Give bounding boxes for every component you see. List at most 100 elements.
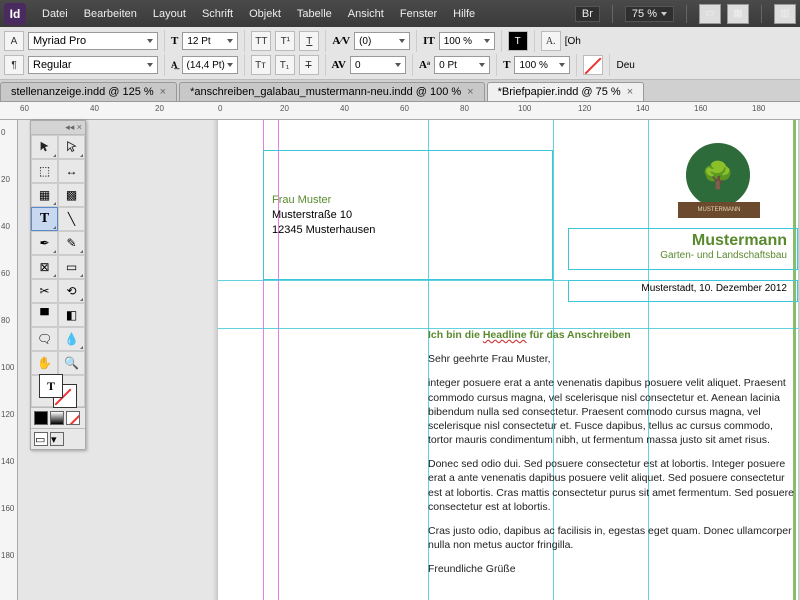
vscale-icon: IT [423,35,435,47]
body-p2: Donec sed odio dui. Sed posuere consecte… [428,457,798,514]
date-text: Musterstadt, 10. Dezember 2012 [641,283,787,294]
view-mode-row: ▭ ▾ [31,428,85,449]
body-p3: Cras justo odio, dapibus ac facilisis in… [428,524,798,552]
arrange-icon[interactable]: ▥ [774,4,796,24]
vscale-field[interactable]: 100 % [439,32,495,50]
page: Frau Muster Musterstraße 10 12345 Muster… [218,120,798,600]
color-mode-row [31,407,85,428]
font-size-field[interactable]: 12 Pt [182,32,238,50]
menu-hilfe[interactable]: Hilfe [445,8,483,20]
close-icon[interactable]: × [467,86,473,98]
company-frame[interactable]: Mustermann Garten- und Landschaftsbau [568,228,798,270]
menu-ansicht[interactable]: Ansicht [340,8,392,20]
leading-icon: A͟ [171,60,178,70]
menu-tabelle[interactable]: Tabelle [289,8,340,20]
stroke-icon[interactable] [583,55,603,75]
font-size-icon: T [171,35,178,47]
tab-briefpapier[interactable]: *Briefpapier.indd @ 75 %× [487,82,645,101]
allcaps-icon[interactable]: TT [251,31,271,51]
charstyle-icon[interactable]: A. [541,31,561,51]
lang-hint: [Oh [565,36,581,47]
recipient-street: Musterstraße 10 [272,208,544,223]
menu-layout[interactable]: Layout [145,8,194,20]
direct-selection-tool[interactable] [58,135,85,159]
tab-stellenanzeige[interactable]: stellenanzeige.indd @ 125 %× [0,82,177,101]
menu-fenster[interactable]: Fenster [392,8,445,20]
logo[interactable]: 🌳 MUSTERMANN [678,140,758,220]
page-tool[interactable]: ⬚ [31,159,58,183]
selection-tool[interactable] [31,135,58,159]
menu-datei[interactable]: Datei [34,8,76,20]
para-format-icon[interactable]: ¶ [4,55,24,75]
zoom-dropdown[interactable]: 75 % [625,6,674,22]
note-tool[interactable]: 🗨 [31,327,58,351]
ruler-horizontal[interactable]: 60 40 20 0 20 40 60 80 100 120 140 160 1… [0,102,800,120]
preview-view[interactable]: ▾ [50,432,64,446]
apply-gradient[interactable] [50,411,64,425]
canvas[interactable]: Frau Muster Musterstraße 10 12345 Muster… [18,120,800,600]
panel-collapse-icon[interactable]: ◂◂ × [31,121,85,135]
font-family-dropdown[interactable]: Myriad Pro [28,32,158,50]
hscale-icon: T [503,59,510,71]
char-format-icon[interactable]: A [4,31,24,51]
gradient-feather-tool[interactable]: ◧ [58,303,85,327]
view-mode-icon[interactable]: ▭ [699,4,721,24]
pen-tool[interactable]: ✒ [31,231,58,255]
app-badge: Id [4,3,26,25]
close-icon[interactable]: × [160,86,166,98]
normal-view[interactable]: ▭ [34,432,48,446]
pencil-tool[interactable]: ✎ [58,231,85,255]
recipient-name: Frau Muster [272,193,544,208]
kerning-field[interactable]: (0) [354,32,410,50]
body-text-frame[interactable]: Ich bin die Headline für das Anschreiben… [428,328,798,586]
content-placer-tool[interactable]: ▩ [58,183,85,207]
screen-mode-icon[interactable]: ▦ [727,4,749,24]
menu-schrift[interactable]: Schrift [194,8,241,20]
tracking-field[interactable]: 0 [350,56,406,74]
tools-panel[interactable]: ◂◂ × ⬚ ↔ ▦ ▩ T ╲ ✒ ✎ ⊠ ▭ ✂ ⟲ ▀ ◧ 🗨 💧 ✋ 🔍 [30,120,86,450]
company-sub: Garten- und Landschaftsbau [579,250,787,261]
menubar: Id Datei Bearbeiten Layout Schrift Objek… [0,0,800,27]
leading-field[interactable]: (14,4 Pt) [182,56,238,74]
address-frame[interactable]: Frau Muster Musterstraße 10 12345 Muster… [263,150,553,280]
superscript-icon[interactable]: T¹ [275,31,295,51]
menu-objekt[interactable]: Objekt [241,8,289,20]
line-tool[interactable]: ╲ [58,207,85,231]
ruler-vertical[interactable]: 0 20 40 60 80 100 120 140 160 180 [0,120,18,600]
tracking-icon: AV [332,59,346,71]
rectangle-frame-tool[interactable]: ⊠ [31,255,58,279]
scissors-tool[interactable]: ✂ [31,279,58,303]
hscale-field[interactable]: 100 % [514,56,570,74]
tab-anschreiben[interactable]: *anschreiben_galabau_mustermann-neu.indd… [179,82,485,101]
apply-none[interactable] [66,411,80,425]
smallcaps-icon[interactable]: Tᴛ [251,55,271,75]
menu-bearbeiten[interactable]: Bearbeiten [76,8,145,20]
language-label: Deu [616,60,634,71]
gradient-swatch-tool[interactable]: ▀ [31,303,58,327]
gap-tool[interactable]: ↔ [58,159,85,183]
rectangle-tool[interactable]: ▭ [58,255,85,279]
date-frame[interactable]: Musterstadt, 10. Dezember 2012 [568,280,798,302]
subscript-icon[interactable]: T₁ [275,55,295,75]
document-tabs: stellenanzeige.indd @ 125 %× *anschreibe… [0,80,800,102]
apply-color[interactable] [34,411,48,425]
logo-ribbon: MUSTERMANN [678,202,760,218]
baseline-field[interactable]: 0 Pt [434,56,490,74]
closing: Freundliche Grüße [428,562,798,576]
kerning-icon: A⁄V [332,35,350,47]
fill-icon[interactable]: T [508,31,528,51]
font-style-dropdown[interactable]: Regular [28,56,158,74]
eyedropper-tool[interactable]: 💧 [58,327,85,351]
workarea: 0 20 40 60 80 100 120 140 160 180 Frau M… [0,120,800,600]
tree-icon: 🌳 [702,160,734,191]
baseline-icon: Aͣ [419,59,430,71]
content-collector-tool[interactable]: ▦ [31,183,58,207]
close-icon[interactable]: × [627,86,633,98]
fill-stroke-swap[interactable]: T [31,375,85,407]
type-tool[interactable]: T [31,207,58,231]
transform-tool[interactable]: ⟲ [58,279,85,303]
strike-icon[interactable]: T [299,55,319,75]
recipient-city: 12345 Musterhausen [272,223,544,238]
underline-icon[interactable]: T [299,31,319,51]
bridge-button[interactable]: Br [575,6,600,22]
